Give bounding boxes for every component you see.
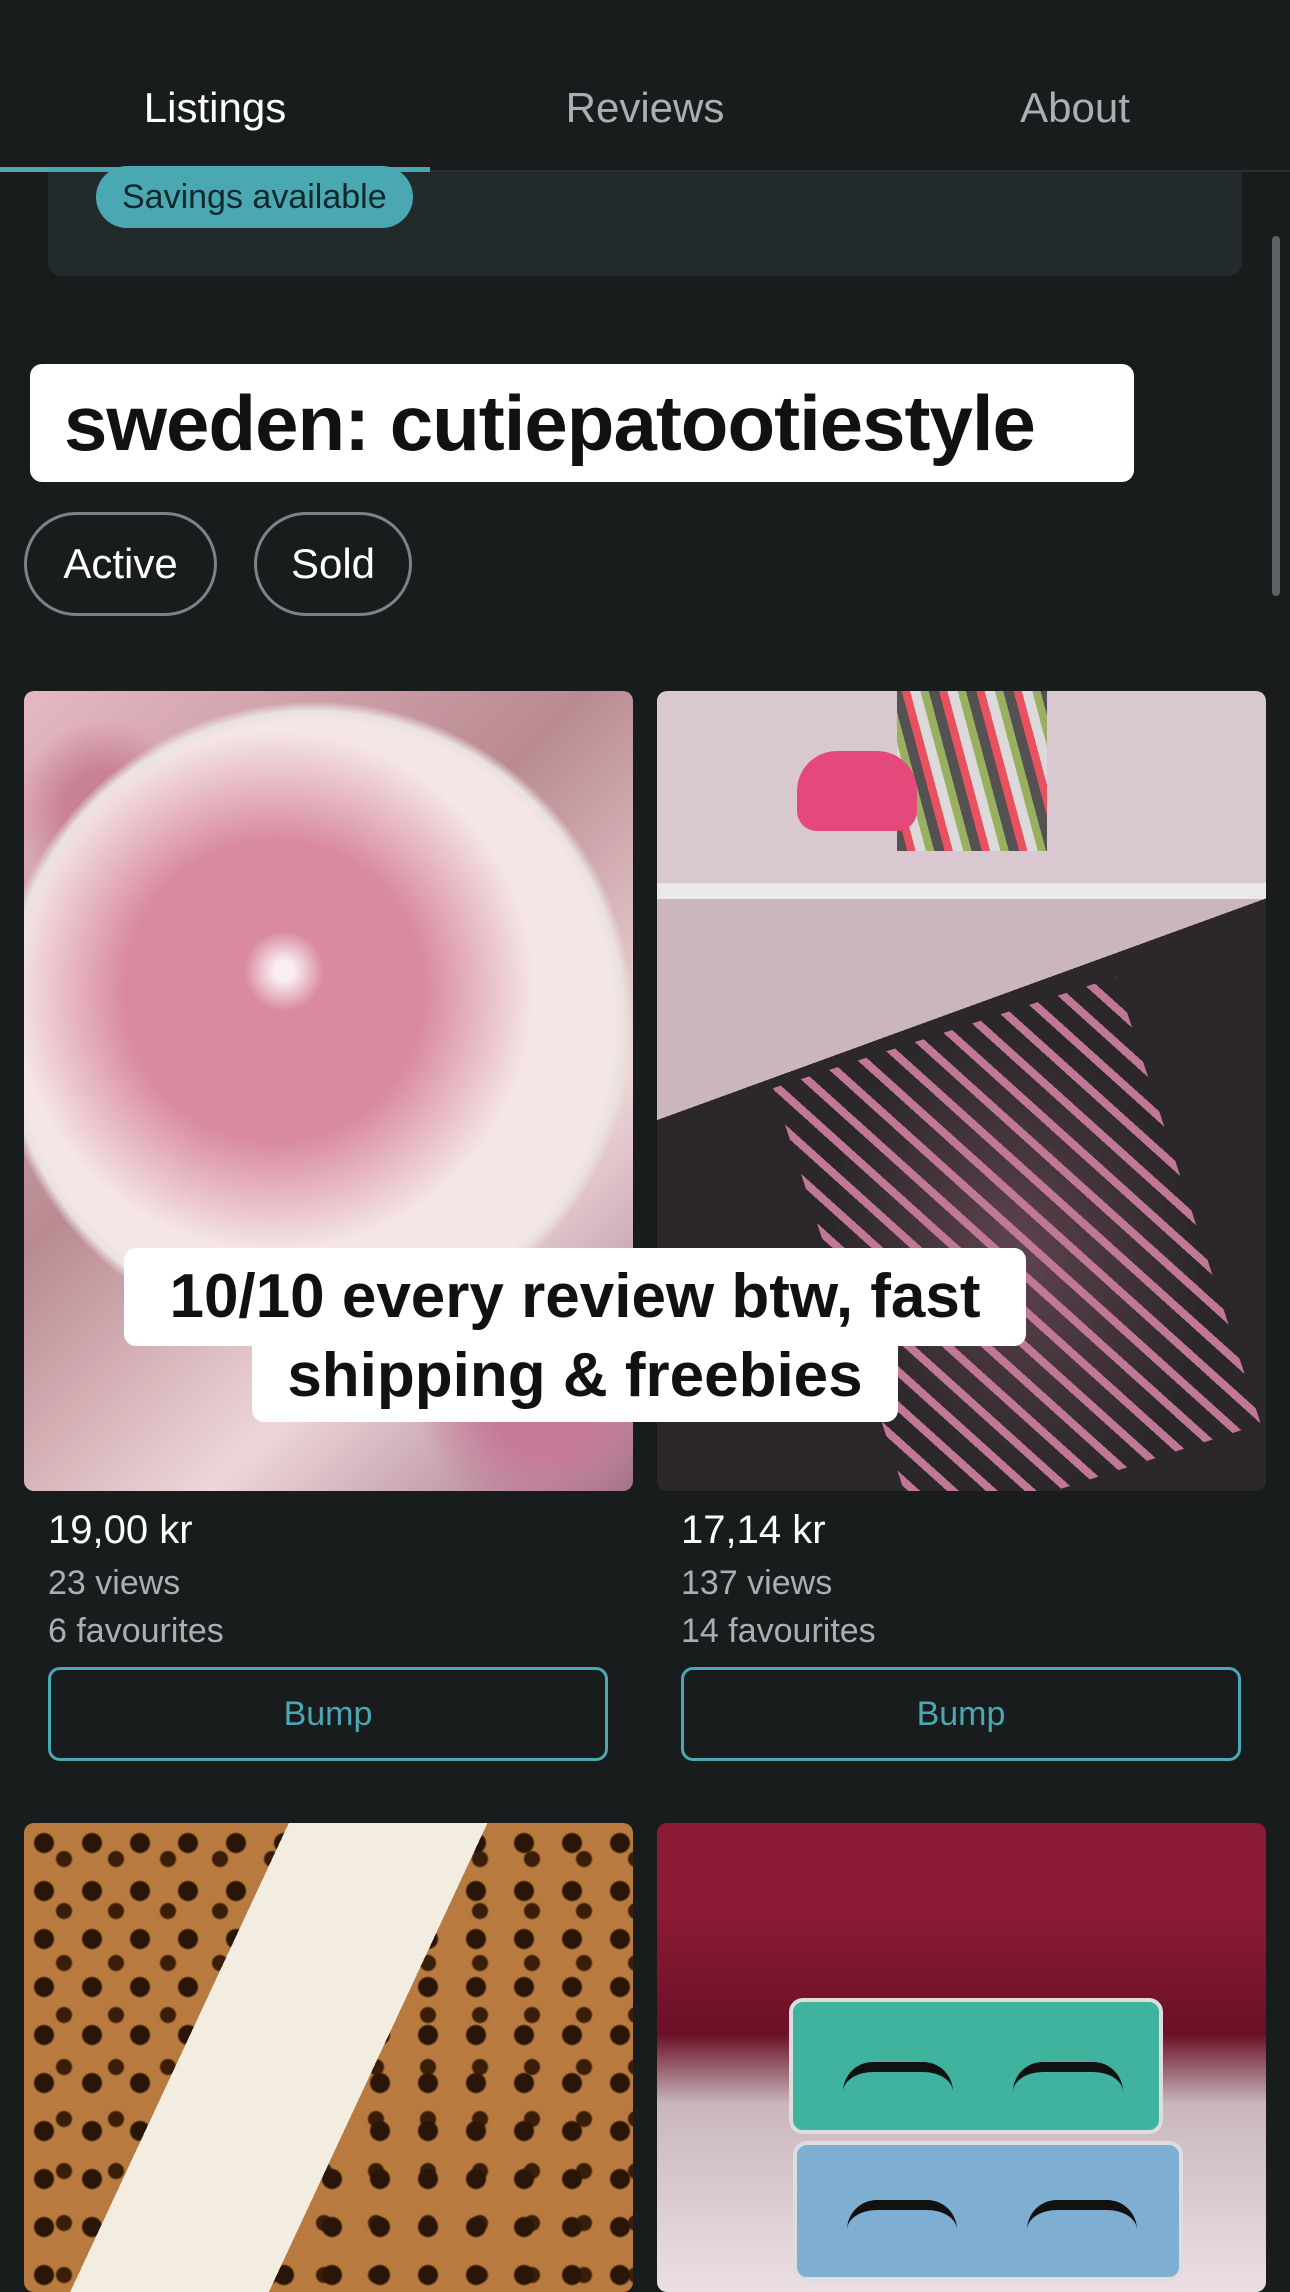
tab-about[interactable]: About	[860, 78, 1290, 138]
tab-bar: Listings Reviews About	[0, 0, 1290, 172]
savings-available-badge[interactable]: Savings available	[96, 166, 413, 228]
listing-views: 137 views	[681, 1564, 833, 1602]
listing-photo-lashes[interactable]	[657, 1823, 1266, 2292]
lash-box-blue	[793, 2141, 1183, 2281]
lash-shape	[847, 2200, 957, 2230]
bow-decoration	[797, 751, 917, 831]
listing-photo-leopard[interactable]	[24, 1823, 633, 2292]
pens-decoration	[897, 691, 1047, 851]
filter-sold-chip[interactable]: Sold	[254, 512, 412, 616]
listing-views: 23 views	[48, 1564, 181, 1602]
caption-line-2: shipping & freebies	[252, 1330, 898, 1422]
lash-shape	[1013, 2062, 1123, 2092]
listing-favourites: 14 favourites	[681, 1612, 876, 1650]
lash-shape	[1027, 2200, 1137, 2230]
filter-active-chip[interactable]: Active	[24, 512, 217, 616]
overlay-title: sweden: cutiepatootiestyle	[30, 364, 1134, 482]
bump-button[interactable]: Bump	[48, 1667, 608, 1761]
lash-shape	[843, 2062, 953, 2092]
scrollbar[interactable]	[1272, 236, 1280, 596]
lash-box-green	[789, 1998, 1163, 2134]
listing-price: 17,14 kr	[681, 1508, 826, 1552]
listing-price: 19,00 kr	[48, 1508, 193, 1552]
tab-reviews[interactable]: Reviews	[430, 78, 860, 138]
bump-button[interactable]: Bump	[681, 1667, 1241, 1761]
tab-listings[interactable]: Listings	[0, 78, 430, 138]
listing-favourites: 6 favourites	[48, 1612, 224, 1650]
